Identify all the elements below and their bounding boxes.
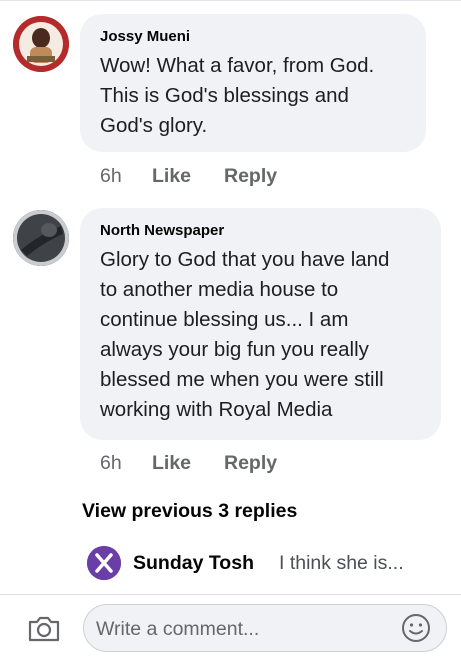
reply-author[interactable]: Sunday Tosh	[133, 552, 254, 575]
avatar-north-newspaper[interactable]	[13, 210, 69, 266]
avatar-jossy-mueni[interactable]	[13, 16, 69, 72]
like-button[interactable]: Like	[152, 165, 224, 188]
comment-author[interactable]: Jossy Mueni	[100, 28, 190, 45]
avatar-sunday-tosh[interactable]	[87, 546, 121, 580]
comment-timestamp: 6h	[100, 165, 122, 187]
avatar-image	[13, 16, 69, 72]
x-logo-icon	[87, 546, 121, 580]
comment-actions: 6h Like Reply	[100, 452, 277, 475]
reply-snippet: I think she is...	[279, 552, 404, 574]
comment-text: Glory to God that you have land to anoth…	[100, 248, 390, 421]
composer-divider	[0, 594, 461, 595]
reply-preview[interactable]: Sunday Tosh I think she is...	[87, 546, 447, 580]
comment-input[interactable]: Write a comment...	[83, 604, 447, 652]
avatar-image	[13, 210, 69, 266]
camera-icon[interactable]	[26, 614, 62, 644]
comment-timestamp: 6h	[100, 452, 122, 474]
comment-input-placeholder: Write a comment...	[96, 618, 260, 640]
comment-author[interactable]: North Newspaper	[100, 222, 224, 239]
like-button[interactable]: Like	[152, 452, 224, 475]
reply-button[interactable]: Reply	[224, 165, 277, 188]
comment-bubble: North Newspaper Glory to God that you ha…	[80, 208, 441, 440]
view-previous-replies-link[interactable]: View previous 3 replies	[82, 500, 297, 523]
comment-bubble: Jossy Mueni Wow! What a favor, from God.…	[80, 14, 426, 152]
reply-button[interactable]: Reply	[224, 452, 277, 475]
smiley-icon[interactable]	[400, 612, 432, 644]
comment-actions: 6h Like Reply	[100, 165, 277, 188]
top-divider	[0, 0, 461, 1]
comment-text: Wow! What a favor, from God. This is God…	[100, 54, 375, 137]
